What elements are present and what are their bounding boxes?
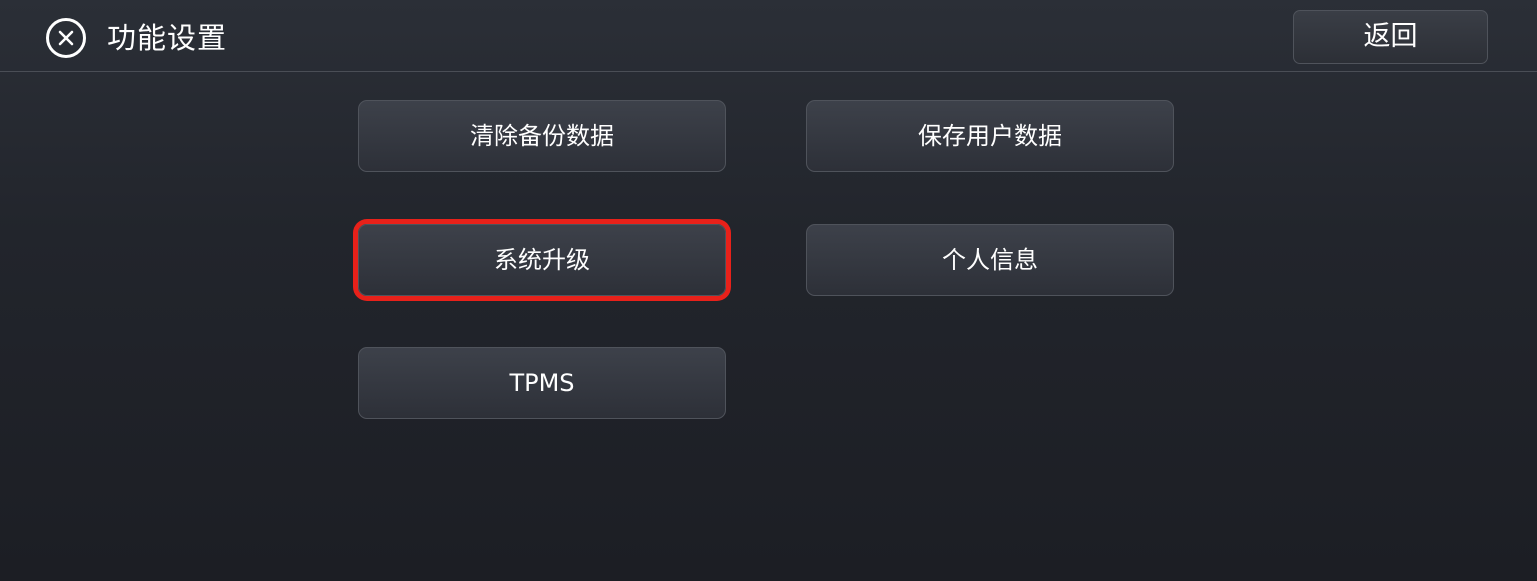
header-bar: 功能设置 返回 <box>0 0 1537 72</box>
save-user-data-button[interactable]: 保存用户数据 <box>806 100 1174 172</box>
close-circle-icon[interactable] <box>46 18 86 58</box>
clear-backup-data-button[interactable]: 清除备份数据 <box>358 100 726 172</box>
page-title: 功能设置 <box>107 21 228 55</box>
tpms-button[interactable]: TPMS <box>358 347 726 419</box>
back-button[interactable]: 返回 <box>1293 10 1488 64</box>
personal-info-button[interactable]: 个人信息 <box>806 224 1174 296</box>
system-upgrade-button[interactable]: 系统升级 <box>358 224 726 296</box>
close-x-glyph <box>58 30 74 46</box>
